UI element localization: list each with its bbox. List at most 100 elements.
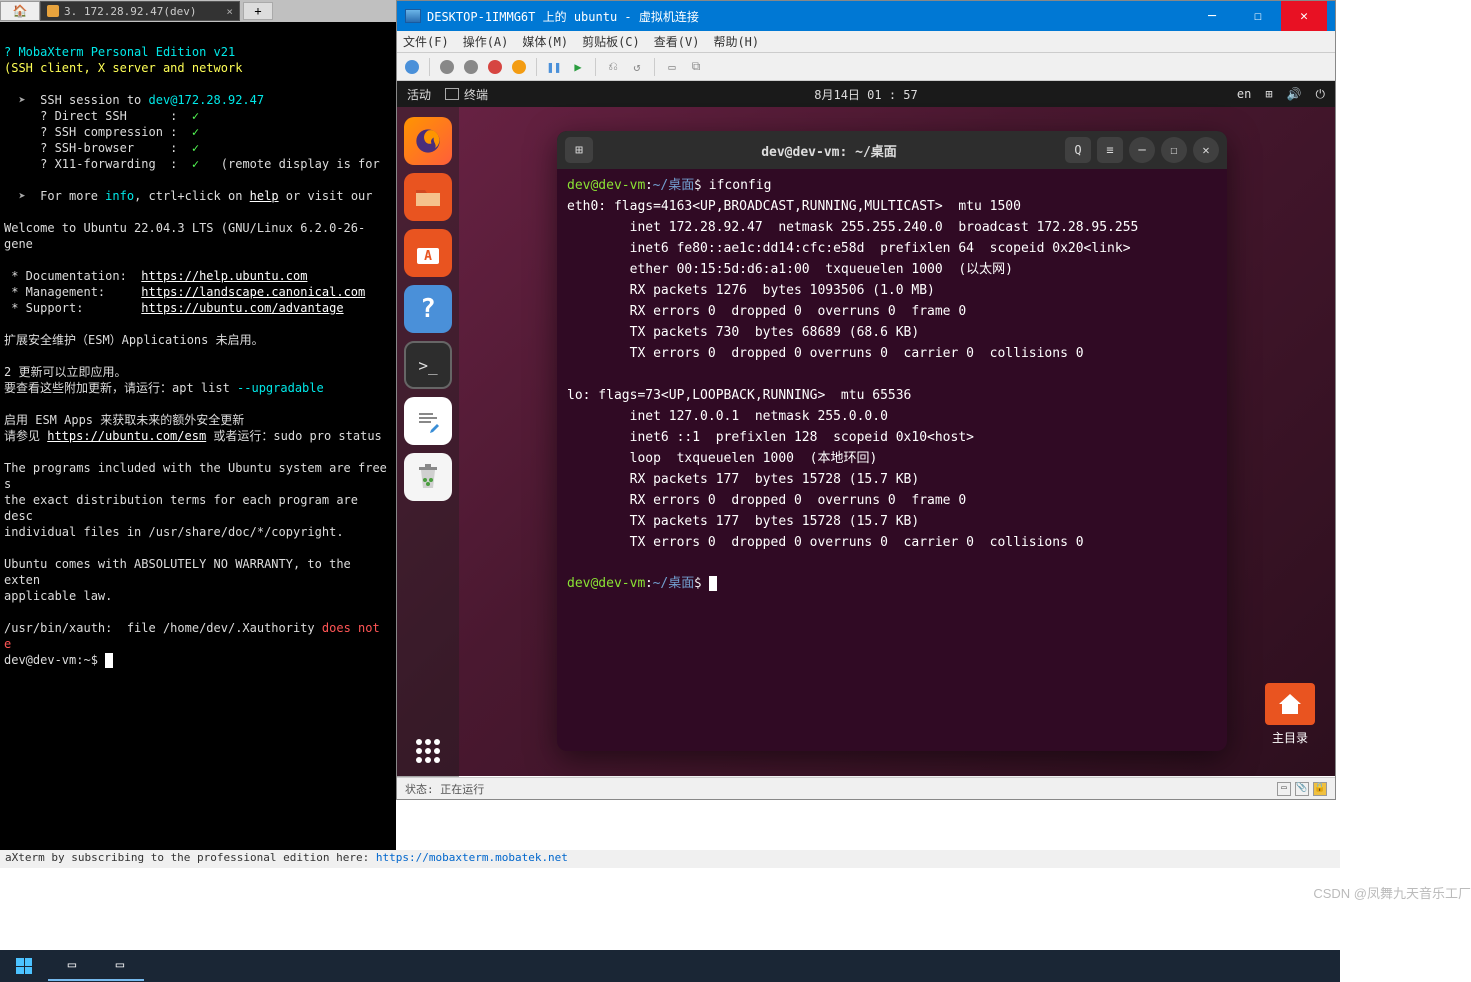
new-tab-button[interactable]: + [243, 2, 273, 20]
svg-text:A: A [424, 249, 432, 264]
info-link[interactable]: info [105, 189, 134, 203]
volume-icon[interactable]: 🔊 [1287, 87, 1302, 101]
ctrl-alt-del-button[interactable] [403, 58, 421, 76]
network-icon[interactable]: ⊞ [1265, 87, 1272, 101]
programs2: the exact distribution terms for each pr… [4, 493, 365, 523]
task-view-button[interactable]: ▭ [48, 951, 96, 981]
version: ? MobaXterm Personal Edition v21 [4, 45, 235, 59]
turnoff-button[interactable] [462, 58, 480, 76]
shutdown-button[interactable] [486, 58, 504, 76]
ctrl-click: , ctrl+click on [134, 189, 250, 203]
esm-msg: 扩展安全维护（ESM）Applications 未启用。 [4, 333, 264, 347]
software-store-icon[interactable]: A [404, 229, 452, 277]
prompt-path: ~/桌面 [653, 576, 695, 591]
show-apps-button[interactable] [416, 739, 440, 763]
warranty2: applicable law. [4, 589, 112, 603]
datetime[interactable]: 8月14日 01 : 57 [814, 86, 917, 103]
menu-view[interactable]: 查看(V) [654, 33, 700, 50]
terminal-header[interactable]: ⊞ dev@dev-vm: ~/桌面 Q ≡ ─ ☐ ✕ [557, 131, 1227, 169]
menu-media[interactable]: 媒体(M) [522, 33, 568, 50]
reset-button[interactable]: ▶ [569, 58, 587, 76]
updates-cmd: 要查看这些附加更新，请运行：apt list [4, 381, 237, 395]
new-tab-button[interactable]: ⊞ [565, 137, 593, 163]
windows-taskbar: ▭ ▭ [0, 950, 1340, 982]
close-button[interactable]: ✕ [1281, 1, 1327, 31]
cursor [709, 576, 717, 591]
ssh-session-label: SSH session to [40, 93, 148, 107]
menu-clipboard[interactable]: 剪贴板(C) [582, 33, 640, 50]
moba-footer: aXterm by subscribing to the professiona… [0, 850, 1340, 868]
menu-file[interactable]: 文件(F) [403, 33, 449, 50]
trash-icon[interactable] [404, 453, 452, 501]
output-line: loop txqueuelen 1000 (本地环回) [567, 451, 877, 466]
start-button[interactable] [0, 951, 48, 981]
terminal-body[interactable]: dev@dev-vm:~/桌面$ ifconfig eth0: flags=41… [557, 169, 1227, 600]
welcome-msg: Welcome to Ubuntu 22.04.3 LTS (GNU/Linux… [4, 221, 365, 251]
home-folder-desktop-icon[interactable]: 主目录 [1265, 683, 1315, 746]
help-icon[interactable]: ? [404, 285, 452, 333]
revert-button[interactable]: ↺ [628, 58, 646, 76]
start-button[interactable] [438, 58, 456, 76]
ubuntu-desktop[interactable]: 活动 终端 8月14日 01 : 57 en ⊞ 🔊 ⏻ A ? >_ [397, 81, 1335, 776]
menu-help[interactable]: 帮助(H) [713, 33, 759, 50]
clip-icon[interactable]: 📎 [1295, 782, 1309, 796]
save-button[interactable] [510, 58, 528, 76]
vm-title-bar[interactable]: DESKTOP-1IMMG6T 上的 ubuntu - 虚拟机连接 ─ ☐ ✕ [397, 1, 1335, 31]
close-button[interactable]: ✕ [1193, 137, 1219, 163]
esm-url[interactable]: https://ubuntu.com/esm [47, 429, 206, 443]
close-icon[interactable]: × [226, 5, 233, 18]
xauth-msg: /usr/bin/xauth: file /home/dev/.Xauthori… [4, 621, 322, 635]
output-line: inet 172.28.92.47 netmask 255.255.240.0 … [567, 220, 1138, 235]
files-icon[interactable] [404, 173, 452, 221]
app-name: 终端 [464, 86, 488, 103]
help-link[interactable]: help [250, 189, 279, 203]
support-url[interactable]: https://ubuntu.com/advantage [141, 301, 343, 315]
output-line: ether 00:15:5d:d6:a1:00 txqueuelen 1000 … [567, 262, 1013, 277]
pause-button[interactable]: ❚❚ [545, 58, 563, 76]
moba-session-tab[interactable]: 3. 172.28.92.47(dev) × [40, 1, 240, 21]
lock-icon[interactable]: 🔒 [1313, 782, 1327, 796]
doc-url[interactable]: https://help.ubuntu.com [141, 269, 307, 283]
checkpoint-button[interactable]: ⎌ [604, 58, 622, 76]
power-icon[interactable]: ⏻ [1316, 87, 1326, 102]
esm-enable: 启用 ESM Apps 来获取未来的额外安全更新 [4, 413, 244, 427]
activities-button[interactable]: 活动 [407, 86, 431, 103]
text-editor-icon[interactable] [404, 397, 452, 445]
output-line: inet6 fe80::ae1c:dd14:cfc:e58d prefixlen… [567, 241, 1131, 256]
vm-title: DESKTOP-1IMMG6T 上的 ubuntu - 虚拟机连接 [427, 8, 699, 25]
prompt-user: dev@dev-vm [567, 178, 645, 193]
maximize-button[interactable]: ☐ [1161, 137, 1187, 163]
separator [536, 58, 537, 76]
command: ifconfig [709, 178, 772, 193]
terminal-icon [445, 88, 459, 100]
search-button[interactable]: Q [1065, 137, 1091, 163]
terminal-dock-icon[interactable]: >_ [404, 341, 452, 389]
prompt-user: dev@dev-vm [567, 576, 645, 591]
footer-text: aXterm by subscribing to the professiona… [5, 851, 376, 864]
programs1: The programs included with the Ubuntu sy… [4, 461, 394, 491]
footer-link[interactable]: https://mobaxterm.mobatek.net [376, 851, 568, 864]
moba-home-tab[interactable]: 🏠 [0, 1, 40, 21]
firefox-icon[interactable] [404, 117, 452, 165]
enhanced-session-button[interactable]: ▭ [663, 58, 681, 76]
maximize-button[interactable]: ☐ [1235, 1, 1281, 31]
input-method[interactable]: en [1237, 87, 1251, 101]
moba-terminal[interactable]: ? MobaXterm Personal Edition v21 (SSH cl… [0, 22, 396, 690]
vm-connection-window: DESKTOP-1IMMG6T 上的 ubuntu - 虚拟机连接 ─ ☐ ✕ … [396, 0, 1336, 800]
programs3: individual files in /usr/share/doc/*/cop… [4, 525, 344, 539]
app-indicator[interactable]: 终端 [445, 86, 488, 103]
share-button[interactable]: ⧉ [687, 58, 705, 76]
window-buttons: ─ ☐ ✕ [1189, 1, 1327, 31]
hamburger-menu-button[interactable]: ≡ [1097, 137, 1123, 163]
output-line: RX packets 177 bytes 15728 (15.7 KB) [567, 472, 919, 487]
minimize-button[interactable]: ─ [1189, 1, 1235, 31]
separator [429, 58, 430, 76]
minimize-button[interactable]: ─ [1129, 137, 1155, 163]
taskbar-app[interactable]: ▭ [96, 951, 144, 981]
display-icon[interactable]: ▭ [1277, 782, 1291, 796]
menu-action[interactable]: 操作(A) [463, 33, 509, 50]
output-line: inet6 ::1 prefixlen 128 scopeid 0x10<hos… [567, 430, 974, 445]
mgmt-url[interactable]: https://landscape.canonical.com [141, 285, 365, 299]
output-line: TX errors 0 dropped 0 overruns 0 carrier… [567, 346, 1084, 361]
esm-see: 请参见 [4, 429, 47, 443]
